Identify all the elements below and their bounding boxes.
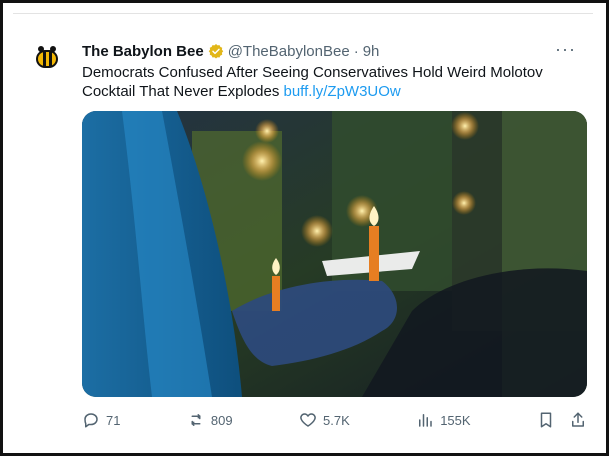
share-button[interactable] bbox=[569, 411, 587, 429]
view-count: 155K bbox=[440, 412, 471, 428]
repost-count: 809 bbox=[210, 412, 233, 428]
tweet-link[interactable]: buff.ly/ZpW3UOw bbox=[284, 83, 401, 100]
repost-icon bbox=[191, 414, 201, 426]
separator-dot: · bbox=[353, 42, 359, 60]
share-icon bbox=[571, 412, 584, 427]
avatar[interactable] bbox=[27, 39, 67, 79]
secondary-actions bbox=[537, 411, 587, 429]
timestamp[interactable]: 9h bbox=[363, 43, 380, 60]
candlelight-photo bbox=[82, 111, 587, 397]
display-name[interactable]: The Babylon Bee bbox=[82, 43, 204, 60]
reply-count: 71 bbox=[106, 412, 121, 428]
bookmark-button[interactable] bbox=[537, 411, 555, 429]
reply-button[interactable]: 71 bbox=[82, 411, 120, 429]
like-button[interactable]: 5.7K bbox=[299, 411, 350, 429]
verified-badge-icon bbox=[208, 44, 223, 59]
views-icon bbox=[419, 414, 432, 427]
reply-icon bbox=[84, 413, 98, 428]
bee-logo-icon bbox=[29, 41, 65, 77]
heart-icon bbox=[300, 413, 316, 427]
bookmark-icon bbox=[540, 412, 552, 428]
views-button[interactable]: 155K bbox=[416, 411, 471, 429]
tweet-header: The Babylon Bee @TheBabylonBee · 9h bbox=[82, 41, 379, 61]
repost-button[interactable]: 809 bbox=[187, 411, 233, 429]
handle[interactable]: @TheBabylonBee bbox=[228, 43, 350, 60]
tweet-frame: The Babylon Bee @TheBabylonBee · 9h ··· … bbox=[0, 0, 609, 456]
tweet-actions: 71 809 5.7K 155K bbox=[82, 407, 587, 433]
top-divider bbox=[13, 13, 593, 14]
tweet-text: Democrats Confused After Seeing Conserva… bbox=[82, 63, 582, 101]
more-options-button[interactable]: ··· bbox=[555, 39, 576, 60]
tweet-media-image[interactable] bbox=[82, 111, 587, 397]
like-count: 5.7K bbox=[323, 412, 350, 428]
